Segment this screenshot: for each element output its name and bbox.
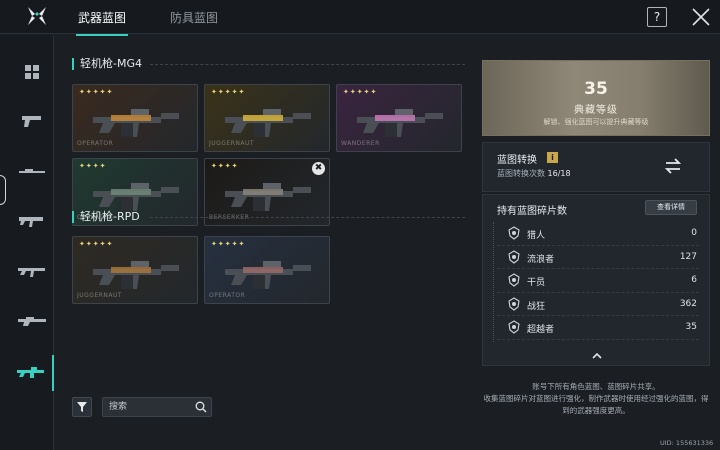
sidebar-item-machine-gun[interactable] [10, 355, 54, 391]
convert-count-value: 16/18 [547, 169, 571, 178]
shard-row: 猎人 0 [497, 222, 699, 246]
sidebar-item-assault-rifle[interactable] [10, 253, 54, 289]
section-divider [150, 64, 465, 65]
shards-title: 持有蓝图碎片数 [497, 206, 567, 217]
rarity-stars: ✦✦✦✦ [211, 162, 239, 170]
blueprint-shards-panel: 持有蓝图碎片数 查看详情 猎人 0 流浪者 127 干员 6 战狂 362 超越者 35 岛乡人0 [482, 194, 710, 366]
weapon-image [93, 109, 179, 137]
filter-icon [77, 402, 87, 412]
user-id: UID: 155631336 [660, 439, 714, 447]
shared-note-line: 账号下所有角色蓝图、蓝图碎片共享。 [532, 382, 660, 391]
blueprint-card[interactable]: ✦✦✦✦✦ OPERATOR [72, 84, 198, 152]
collection-level-hint: 解锁、强化蓝图可以提升典藏等级 [543, 118, 649, 126]
list-guide-line [493, 222, 494, 342]
assault-rifle-icon [18, 268, 45, 277]
tab-armor-blueprint[interactable]: 防具蓝图 [170, 9, 218, 26]
weapon-image [225, 183, 311, 211]
faction-emblem-icon [508, 249, 520, 264]
shard-count: 6 [691, 275, 697, 285]
blueprint-card[interactable]: ✦✦✦✦✦ JUGGERNAUT [204, 84, 330, 152]
section-title-mg4: 轻机枪-MG4 [72, 58, 142, 70]
rarity-stars: ✦✦✦✦✦ [343, 88, 378, 96]
rarity-stars: ✦✦✦✦✦ [79, 240, 114, 248]
shard-row: 干员 6 [497, 269, 699, 293]
weapon-image [93, 261, 179, 289]
tab-weapon-blueprint[interactable]: 武器蓝图 [75, 9, 129, 36]
close-icon[interactable]: ✖ [312, 162, 325, 175]
weapon-category-sidebar [0, 35, 54, 450]
shared-note-line: 收集蓝图碎片对蓝图进行强化，制作武器时使用经过强化的蓝图，得到的武器强度更高。 [483, 394, 709, 415]
search-input[interactable] [109, 400, 189, 414]
rarity-stars: ✦✦✦✦✦ [211, 240, 246, 248]
sidebar-item-rifle[interactable] [10, 303, 54, 339]
faction-emblem-icon [513, 343, 515, 344]
convert-title: 蓝图转换 [497, 155, 537, 166]
pistol-icon [22, 116, 41, 127]
blueprint-card[interactable]: ✦✦✦✦✦ WANDERER [336, 84, 462, 152]
help-button[interactable]: ? [647, 7, 667, 27]
shard-row: 岛乡人0 [497, 340, 699, 344]
grid-icon [25, 65, 39, 79]
view-details-button[interactable]: 查看详情 [645, 200, 697, 215]
weapon-image [225, 109, 311, 137]
info-icon[interactable]: i [547, 152, 558, 163]
shard-count: 0 [691, 228, 697, 238]
sidebar-item-all[interactable] [10, 54, 54, 90]
weapon-image [225, 261, 311, 289]
faction-emblem-icon [508, 296, 520, 311]
chevron-up-icon[interactable] [592, 352, 602, 359]
sniper-rifle-icon [19, 169, 45, 173]
search-box[interactable] [102, 397, 212, 417]
top-bar: 武器蓝图 防具蓝图 ? [0, 0, 720, 36]
close-icon[interactable] [690, 6, 712, 28]
collection-level-panel: 35 典藏等级 解锁、强化蓝图可以提升典藏等级 [482, 60, 710, 136]
rarity-stars: ✦✦✦✦ [79, 162, 107, 170]
blueprint-card[interactable]: ✦✦✦✦✦ JUGGERNAUT [72, 236, 198, 304]
collection-level-title: 典藏等级 [574, 105, 618, 116]
shard-name: 流浪者 [527, 254, 555, 265]
shard-name: 干员 [527, 278, 546, 288]
convert-count: 蓝图转换次数 16/18 [497, 168, 571, 179]
section-title-rpd: 轻机枪-RPD [72, 211, 140, 223]
shard-list[interactable]: 猎人 0 流浪者 127 干员 6 战狂 362 超越者 35 岛乡人0 [497, 222, 699, 344]
swap-icon[interactable] [663, 156, 683, 176]
blueprint-card[interactable]: ✦✦✦✦✦ OPERATOR [204, 236, 330, 304]
sidebar-item-sniper[interactable] [10, 153, 54, 189]
rifle-icon [18, 317, 46, 326]
skin-tag: JUGGERNAUT [77, 292, 123, 299]
shard-name: 战狂 [527, 301, 546, 312]
rarity-stars: ✦✦✦✦✦ [211, 88, 246, 96]
search-icon[interactable] [195, 401, 207, 413]
shard-row: 战狂 362 [497, 293, 699, 316]
logo-icon [28, 7, 46, 25]
skin-tag: OPERATOR [77, 140, 114, 147]
weapon-image [357, 109, 443, 137]
machine-gun-icon [17, 367, 44, 378]
shard-count: 127 [679, 251, 697, 262]
shared-note: 账号下所有角色蓝图、蓝图碎片共享。 收集蓝图碎片对蓝图进行强化，制作武器时使用经… [482, 381, 710, 417]
faction-emblem-icon [508, 226, 520, 240]
shard-name: 猎人 [527, 231, 546, 241]
faction-emblem-icon [508, 320, 520, 334]
convert-count-label: 蓝图转换次数 [497, 169, 545, 178]
shard-row: 流浪者 127 [497, 246, 699, 269]
collection-level-value: 35 [584, 79, 608, 99]
blueprint-card[interactable]: ✦✦✦✦ BERSERKER ✖ [204, 158, 330, 226]
shard-name: 超越者 [527, 325, 555, 335]
blueprint-convert-panel: 蓝图转换 i 蓝图转换次数 16/18 [482, 142, 710, 192]
filter-button[interactable] [72, 397, 92, 417]
shard-count: 35 [685, 322, 697, 332]
shard-count: 362 [679, 298, 697, 309]
skin-tag: OPERATOR [209, 292, 246, 299]
section-divider [150, 217, 465, 218]
sidebar-item-smg[interactable] [10, 203, 54, 239]
skin-tag: WANDERER [341, 140, 380, 147]
skin-tag: JUGGERNAUT [209, 140, 255, 147]
smg-icon [19, 217, 43, 227]
shard-row: 超越者 35 [497, 316, 699, 340]
sidebar-drag-handle[interactable] [0, 175, 6, 205]
faction-emblem-icon [508, 273, 520, 287]
rarity-stars: ✦✦✦✦✦ [79, 88, 114, 96]
sidebar-item-pistol[interactable] [10, 103, 54, 139]
